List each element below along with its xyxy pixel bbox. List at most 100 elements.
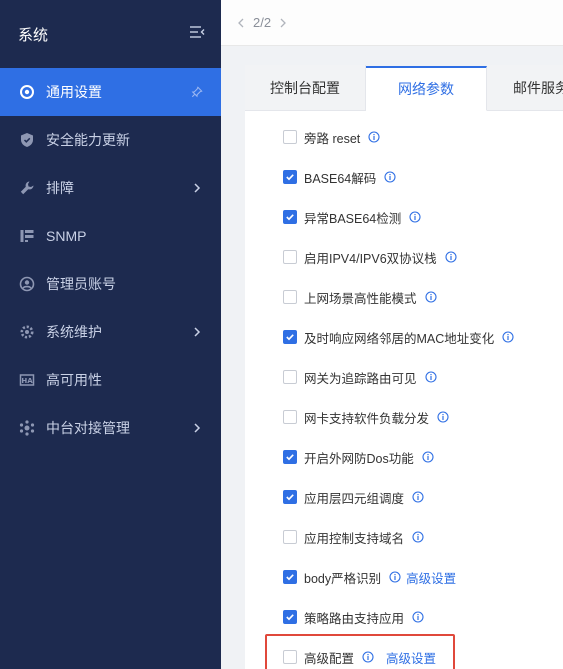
info-icon[interactable] [412, 531, 424, 543]
option-row: body严格识别 高级设置 [245, 557, 563, 597]
shield-icon [18, 131, 36, 149]
checkbox[interactable] [283, 410, 297, 424]
checkbox[interactable] [283, 130, 297, 144]
option-row: 应用层四元组调度 [245, 477, 563, 517]
chevron-right-icon [191, 326, 203, 338]
option-label: 网关为追踪路由可见 [304, 371, 417, 386]
option-label: BASE64解码 [304, 171, 377, 186]
snmp-icon [18, 227, 36, 245]
option-label: 启用IPV4/IPV6双协议栈 [304, 251, 437, 266]
option-label: 应用层四元组调度 [304, 491, 405, 506]
info-icon[interactable] [384, 171, 396, 183]
checkbox-checked[interactable] [283, 210, 297, 224]
info-icon[interactable] [424, 291, 437, 303]
wrench-icon [18, 179, 36, 197]
option-row: 启用IPV4/IPV6双协议栈 [245, 237, 563, 277]
option-row: 及时响应网络邻居的MAC地址变化 [245, 317, 563, 357]
sidebar-item-label: SNMP [46, 228, 87, 244]
checkbox[interactable] [283, 530, 297, 544]
info-icon[interactable] [362, 651, 374, 663]
sidebar-item-high-availability[interactable]: HA 高可用性 [0, 356, 221, 404]
option-label: 异常BASE64检测 [304, 211, 402, 226]
sidebar-item-snmp[interactable]: SNMP [0, 212, 221, 260]
target-icon [18, 83, 36, 101]
sidebar: 系统 通用设置 安全能力更新 排障 SNMP 管理员账号 系统维护 HA 高可用… [0, 0, 221, 669]
sidebar-item-label: 管理员账号 [46, 276, 116, 292]
sidebar-item-label: 系统维护 [46, 324, 102, 340]
tab-mail-service[interactable]: 邮件服务 [487, 65, 563, 110]
option-row: 网关为追踪路由可见 [245, 357, 563, 397]
settings-panel: 控制台配置 网络参数 邮件服务 旁路 reset BASE64解码 异常BASE… [245, 65, 563, 669]
checkbox-checked[interactable] [283, 330, 297, 344]
info-icon[interactable] [409, 211, 421, 223]
page-indicator: 2/2 [253, 15, 272, 30]
checkbox[interactable] [283, 290, 297, 304]
checkbox[interactable] [283, 650, 297, 664]
sidebar-item-admin-account[interactable]: 管理员账号 [0, 260, 221, 308]
option-label: 上网场景高性能模式 [304, 291, 417, 306]
page-nav-bar: 2/2 [221, 0, 563, 46]
option-row: 异常BASE64检测 [245, 197, 563, 237]
checkbox-checked[interactable] [283, 490, 297, 504]
option-row: 策略路由支持应用 [245, 597, 563, 637]
sidebar-item-general-settings[interactable]: 通用设置 [0, 68, 221, 116]
checkbox-checked[interactable] [283, 450, 297, 464]
next-page-icon[interactable] [277, 17, 289, 29]
option-row-highlighted: 高级配置 高级设置 [245, 634, 563, 669]
ha-icon: HA [18, 371, 36, 389]
sidebar-item-label: 排障 [46, 180, 74, 196]
sidebar-item-label: 安全能力更新 [46, 132, 130, 148]
checkbox[interactable] [283, 370, 297, 384]
svg-text:HA: HA [21, 377, 33, 385]
sidebar-item-label: 通用设置 [46, 84, 102, 100]
sidebar-item-troubleshoot[interactable]: 排障 [0, 164, 221, 212]
sidebar-item-security-update[interactable]: 安全能力更新 [0, 116, 221, 164]
options-list: 旁路 reset BASE64解码 异常BASE64检测 启用IPV4/IPV6… [245, 111, 563, 669]
gear-icon [18, 323, 36, 341]
advanced-settings-link[interactable]: 高级设置 [386, 648, 436, 667]
option-label: body严格识别 [304, 571, 382, 586]
sidebar-item-label: 高可用性 [46, 372, 102, 388]
info-icon[interactable] [437, 411, 449, 423]
checkbox[interactable] [283, 250, 297, 264]
info-icon[interactable] [502, 331, 514, 343]
sidebar-item-hub-integration[interactable]: 中台对接管理 [0, 404, 221, 452]
prev-page-icon[interactable] [235, 17, 247, 29]
option-label: 策略路由支持应用 [304, 611, 405, 626]
sidebar-title: 系统 [18, 26, 49, 44]
user-circle-icon [18, 275, 36, 293]
info-icon[interactable] [424, 371, 437, 383]
hub-icon [18, 419, 36, 437]
tab-console-config[interactable]: 控制台配置 [245, 65, 366, 110]
collapse-menu-icon[interactable] [189, 25, 205, 43]
option-label: 开启外网防Dos功能 [304, 451, 414, 466]
tab-bar: 控制台配置 网络参数 邮件服务 [245, 65, 563, 111]
sidebar-item-label: 中台对接管理 [46, 420, 130, 436]
option-label: 高级配置 [304, 651, 355, 666]
info-icon[interactable] [368, 131, 380, 143]
chevron-right-icon [191, 422, 203, 434]
info-icon[interactable] [445, 251, 457, 263]
checkbox-checked[interactable] [283, 170, 297, 184]
option-row: BASE64解码 [245, 157, 563, 197]
option-row: 网卡支持软件负载分发 [245, 397, 563, 437]
option-label: 网卡支持软件负载分发 [304, 411, 430, 426]
pin-icon[interactable] [191, 86, 203, 98]
tab-network-params[interactable]: 网络参数 [366, 66, 487, 111]
option-row: 开启外网防Dos功能 [245, 437, 563, 477]
option-row: 旁路 reset [245, 117, 563, 157]
main-content: 控制台配置 网络参数 邮件服务 旁路 reset BASE64解码 异常BASE… [221, 46, 563, 669]
info-icon[interactable] [412, 611, 424, 623]
option-row: 上网场景高性能模式 [245, 277, 563, 317]
info-icon[interactable] [412, 491, 424, 503]
option-row: 应用控制支持域名 [245, 517, 563, 557]
info-icon[interactable] [389, 571, 401, 583]
info-icon[interactable] [422, 451, 434, 463]
option-label: 旁路 reset [304, 131, 361, 146]
checkbox-checked[interactable] [283, 610, 297, 624]
chevron-right-icon [191, 182, 203, 194]
sidebar-item-system-maintenance[interactable]: 系统维护 [0, 308, 221, 356]
option-label: 及时响应网络邻居的MAC地址变化 [304, 331, 495, 346]
checkbox-checked[interactable] [283, 570, 297, 584]
advanced-settings-link[interactable]: 高级设置 [406, 568, 456, 587]
